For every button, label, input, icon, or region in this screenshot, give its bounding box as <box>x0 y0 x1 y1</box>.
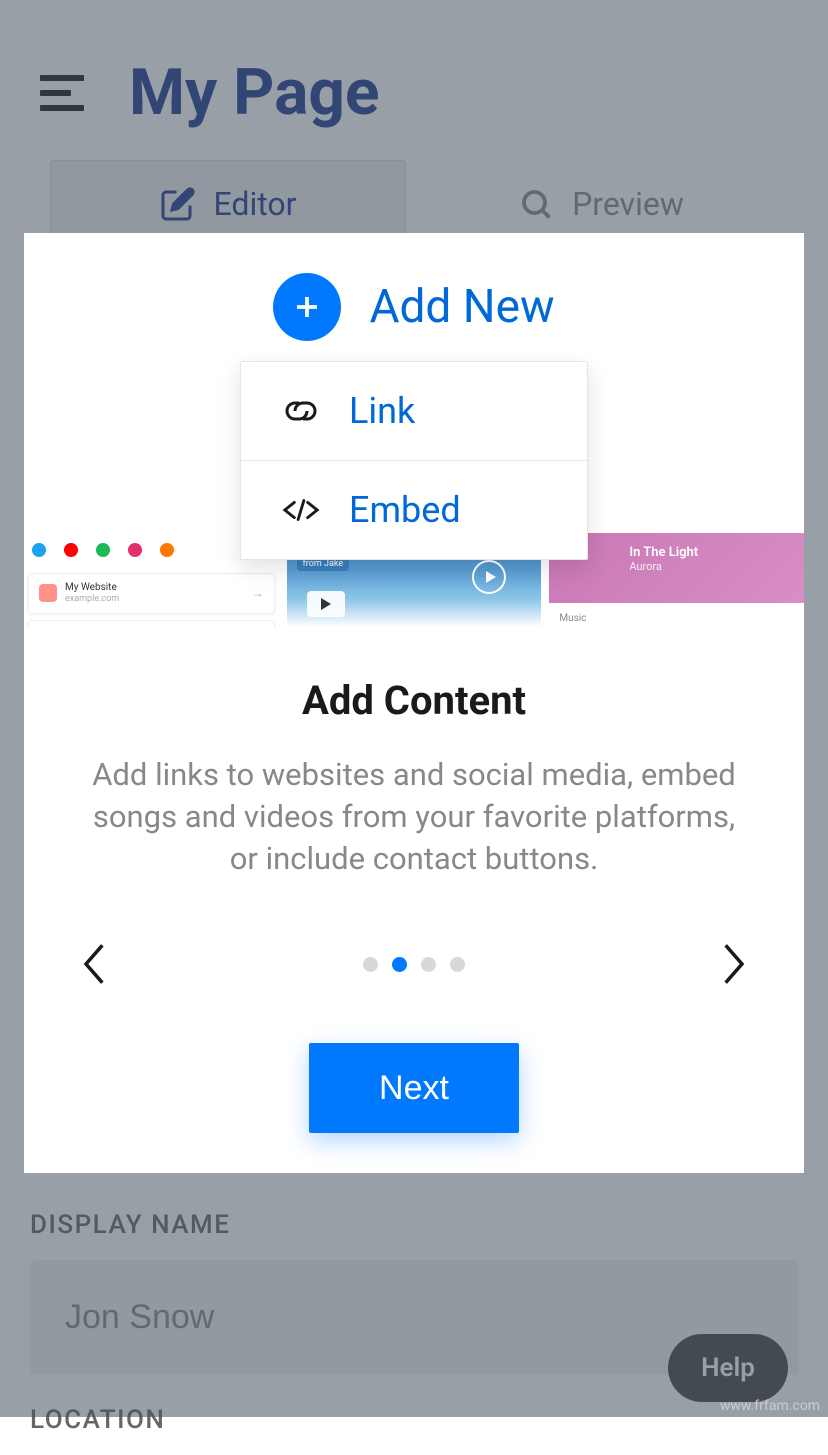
dropdown-item-embed[interactable]: Embed <box>241 460 587 559</box>
add-new-dropdown: Link Embed <box>240 361 588 560</box>
tab-label: Preview <box>572 185 684 223</box>
edit-icon <box>160 186 196 222</box>
add-new-button[interactable] <box>273 273 341 341</box>
help-label: Help <box>701 1353 755 1383</box>
add-new-label: Add New <box>369 280 554 334</box>
play-icon <box>307 591 345 617</box>
watermark: www.frfam.com <box>720 1398 820 1414</box>
dropdown-item-link[interactable]: Link <box>241 362 587 460</box>
play-icon <box>472 560 506 594</box>
modal-heading: Add Content <box>302 677 526 724</box>
onboarding-modal: My Website example.com → New Project exa… <box>24 233 804 1173</box>
carousel-dots <box>363 957 465 972</box>
plus-icon <box>292 292 322 322</box>
link-icon <box>281 397 321 425</box>
help-button[interactable]: Help <box>668 1334 788 1402</box>
example-card: New Project example.com → <box>28 620 275 628</box>
next-label: Next <box>379 1069 449 1107</box>
location-label: LOCATION <box>30 1405 798 1435</box>
chevron-right-icon[interactable] <box>721 940 749 988</box>
option-label: Link <box>349 390 415 432</box>
search-icon <box>518 186 554 222</box>
modal-description: Add links to websites and social media, … <box>79 754 749 880</box>
option-label: Embed <box>349 489 461 531</box>
embed-icon <box>281 496 321 524</box>
carousel-dot[interactable] <box>392 957 407 972</box>
next-button[interactable]: Next <box>309 1043 519 1133</box>
modal-illustration: My Website example.com → New Project exa… <box>24 233 804 627</box>
page-title: My Page <box>129 55 379 130</box>
carousel-dot[interactable] <box>363 957 378 972</box>
tab-label: Editor <box>214 185 297 223</box>
carousel-dot[interactable] <box>421 957 436 972</box>
carousel-dot[interactable] <box>450 957 465 972</box>
chevron-left-icon[interactable] <box>79 940 107 988</box>
menu-icon[interactable] <box>40 75 84 111</box>
display-name-label: DISPLAY NAME <box>30 1210 798 1240</box>
example-card: My Website example.com → <box>28 573 275 614</box>
